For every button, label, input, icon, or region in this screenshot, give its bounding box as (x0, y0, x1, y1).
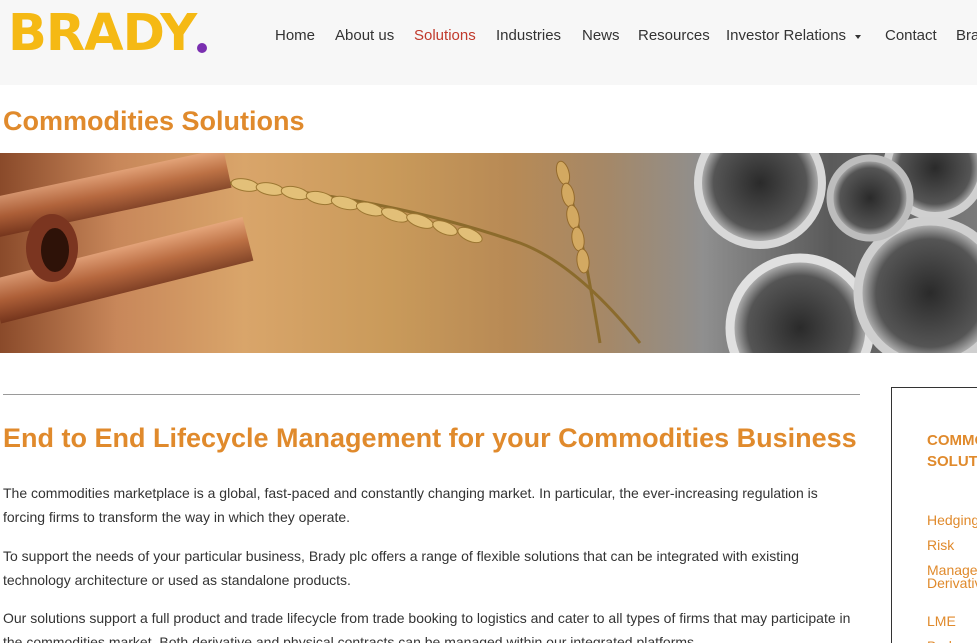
chevron-down-icon[interactable] (855, 35, 861, 39)
banner-artwork (0, 153, 977, 353)
intro-paragraph-2: To support the needs of your particular … (3, 548, 799, 588)
nav-home[interactable]: Home (275, 26, 315, 46)
nav-news[interactable]: News (582, 26, 620, 46)
nav-industries[interactable]: Industries (496, 26, 561, 46)
nav-bra-truncated[interactable]: Bra (956, 26, 977, 46)
nav-solutions[interactable]: Solutions (414, 26, 476, 46)
sidebar-link-derivatives[interactable]: Derivatives (927, 571, 977, 596)
section-divider (3, 394, 860, 395)
nav-resources[interactable]: Resources (638, 26, 710, 46)
nav-investor-relations[interactable]: Investor Relations (726, 26, 846, 46)
nav-contact[interactable]: Contact (885, 26, 937, 46)
sidebar-link-lme-brokers[interactable]: LME Brokers (927, 609, 977, 643)
solutions-sidebar: COMMODITIES SOLUTIONS Hedging & Risk Man… (891, 387, 977, 643)
sidebar-title: COMMODITIES SOLUTIONS (927, 432, 977, 470)
site-header: BRADY Home About us Solutions Industries… (0, 0, 977, 85)
section-heading: End to End Lifecycle Management for your… (3, 423, 857, 453)
intro-paragraph-3: Our solutions support a full product and… (3, 610, 851, 643)
page-title: Commodities Solutions (3, 106, 305, 136)
main-nav: Home About us Solutions Industries News … (0, 26, 977, 46)
nav-about-us[interactable]: About us (335, 26, 394, 46)
commodities-banner-image (0, 153, 977, 353)
intro-paragraph-1: The commodities marketplace is a global,… (3, 485, 818, 525)
